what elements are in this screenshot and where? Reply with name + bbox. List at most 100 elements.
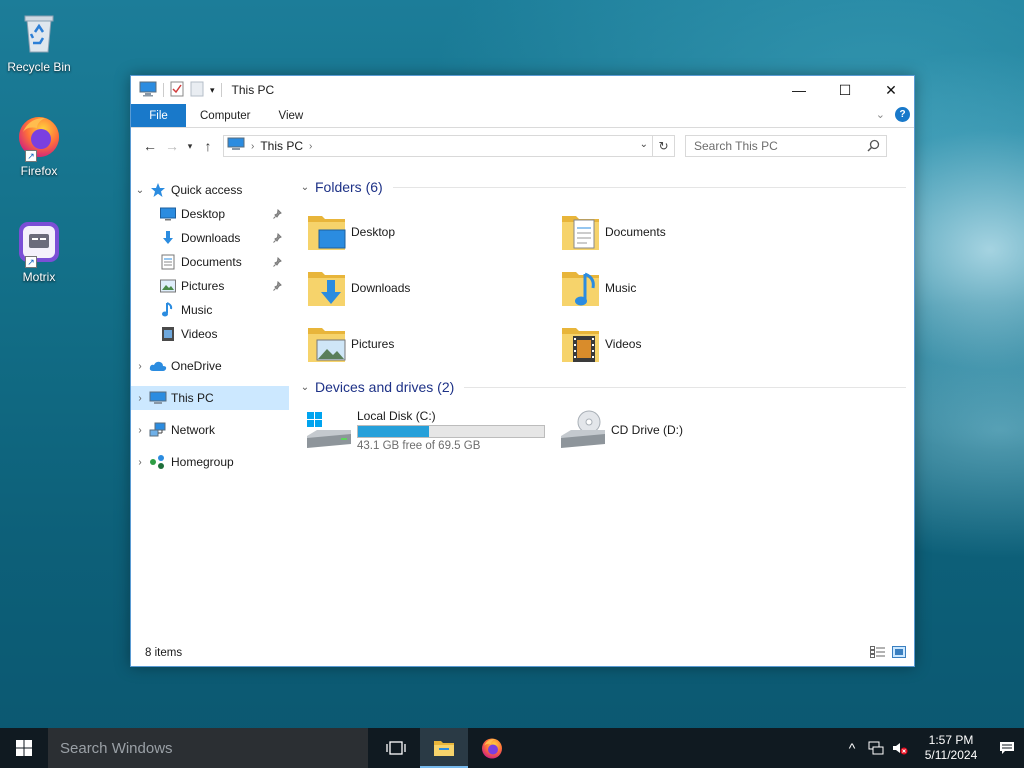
documents-folder-icon <box>559 210 603 254</box>
start-button[interactable] <box>0 728 48 768</box>
quick-access-toolbar: ▾ <box>131 81 222 100</box>
close-button[interactable]: ✕ <box>868 76 914 104</box>
new-folder-icon[interactable] <box>190 81 204 100</box>
drive-cd-d[interactable]: CD Drive (D:) <box>559 406 813 454</box>
tab-computer[interactable]: Computer <box>186 104 265 127</box>
navigation-pane: ⌄ Quick access Desktop Downloads Documen… <box>131 174 289 640</box>
folders-grid: Desktop Documents Downloads Music Pictur… <box>297 204 914 372</box>
breadcrumb-chevron-icon[interactable]: › <box>251 141 254 152</box>
group-title: Devices and drives (2) <box>315 379 455 395</box>
minimize-button[interactable]: — <box>776 76 822 104</box>
nav-label: Homegroup <box>171 455 234 469</box>
computer-icon <box>227 137 245 155</box>
folder-videos[interactable]: Videos <box>559 316 813 372</box>
chevron-down-icon[interactable]: ▾ <box>210 85 215 96</box>
collapse-chevron-icon[interactable]: ⌄ <box>297 182 313 193</box>
recycle-bin-icon <box>15 8 63 56</box>
properties-icon[interactable] <box>170 81 184 100</box>
expand-ribbon-icon[interactable]: ⌄ <box>876 108 885 121</box>
taskbar-search-placeholder: Search Windows <box>60 739 173 757</box>
task-view-button[interactable] <box>372 728 420 768</box>
drive-info: Local Disk (C:) 43.1 GB free of 69.5 GB <box>357 409 545 452</box>
clock-date: 5/11/2024 <box>924 748 978 762</box>
nav-item-onedrive[interactable]: › OneDrive <box>131 354 289 378</box>
nav-item-videos[interactable]: Videos <box>131 322 289 346</box>
pin-icon <box>273 232 283 246</box>
nav-label: Quick access <box>171 183 243 197</box>
folder-music[interactable]: Music <box>559 260 813 316</box>
clock[interactable]: 1:57 PM 5/11/2024 <box>912 733 990 763</box>
show-hidden-icons-chevron-icon[interactable]: ^ <box>840 740 864 756</box>
file-explorer-window: ▾ This PC — ☐ ✕ File Computer View ⌄ ? ←… <box>130 75 915 667</box>
nav-label: Desktop <box>181 207 226 221</box>
drives-group-header[interactable]: ⌄ Devices and drives (2) <box>297 376 914 398</box>
expand-chevron-icon[interactable]: › <box>131 425 149 436</box>
folder-desktop[interactable]: Desktop <box>305 204 559 260</box>
desktop-icon-firefox[interactable]: ↗ Firefox <box>2 112 76 178</box>
cloud-icon <box>149 358 167 374</box>
recent-locations-button[interactable]: ▾ <box>183 141 197 152</box>
volume-muted-icon[interactable] <box>888 741 912 755</box>
pictures-icon <box>159 278 177 294</box>
computer-icon <box>139 81 157 100</box>
up-button[interactable]: ↑ <box>197 138 219 154</box>
nav-item-this-pc[interactable]: › This PC <box>131 386 289 410</box>
refresh-button[interactable]: ↻ <box>652 136 674 156</box>
address-bar[interactable]: › This PC › ⌄ ↻ <box>223 135 675 157</box>
nav-item-downloads[interactable]: Downloads <box>131 226 289 250</box>
drive-info: CD Drive (D:) <box>611 423 683 437</box>
network-status-icon[interactable] <box>864 741 888 755</box>
folders-group-header[interactable]: ⌄ Folders (6) <box>297 176 914 198</box>
nav-item-pictures[interactable]: Pictures <box>131 274 289 298</box>
local-disk-icon <box>305 408 353 452</box>
tab-view[interactable]: View <box>265 104 318 127</box>
desktop-icon <box>159 206 177 222</box>
desktop-icon-recycle-bin[interactable]: Recycle Bin <box>2 8 76 74</box>
title-bar[interactable]: ▾ This PC — ☐ ✕ <box>131 76 914 104</box>
drive-local-disk-c[interactable]: Local Disk (C:) 43.1 GB free of 69.5 GB <box>305 406 559 454</box>
action-center-button[interactable] <box>990 741 1024 755</box>
ribbon-right-controls: ⌄ ? <box>876 107 910 122</box>
nav-item-music[interactable]: Music <box>131 298 289 322</box>
shortcut-arrow-icon: ↗ <box>25 256 37 268</box>
collapse-chevron-icon[interactable]: ⌄ <box>297 382 313 393</box>
desktop-icon-motrix[interactable]: ↗ Motrix <box>2 218 76 284</box>
breadcrumb-this-pc[interactable]: This PC <box>260 139 303 153</box>
window-title: This PC <box>231 83 275 97</box>
items-pane: ⌄ Folders (6) Desktop Documents Download… <box>289 174 914 640</box>
expand-chevron-icon[interactable]: › <box>131 457 149 468</box>
search-input[interactable]: Search This PC <box>685 135 887 157</box>
folder-documents[interactable]: Documents <box>559 204 813 260</box>
maximize-button[interactable]: ☐ <box>822 76 868 104</box>
taskbar-search-box[interactable]: Search Windows <box>48 728 368 768</box>
help-icon[interactable]: ? <box>895 107 910 122</box>
collapse-chevron-icon[interactable]: ⌄ <box>131 185 149 196</box>
nav-item-homegroup[interactable]: › Homegroup <box>131 450 289 474</box>
item-count: 8 items <box>145 647 183 659</box>
folder-pictures[interactable]: Pictures <box>305 316 559 372</box>
back-button[interactable]: ← <box>139 138 161 154</box>
nav-label: Pictures <box>181 279 225 293</box>
details-view-icon[interactable] <box>870 646 886 661</box>
downloads-folder-icon <box>305 266 349 310</box>
homegroup-icon <box>149 454 167 470</box>
pin-icon <box>273 208 283 222</box>
nav-item-network[interactable]: › Network <box>131 418 289 442</box>
taskbar-firefox[interactable] <box>468 728 516 768</box>
drive-free-space: 43.1 GB free of 69.5 GB <box>357 439 481 452</box>
taskbar-file-explorer[interactable] <box>420 728 468 768</box>
nav-item-documents[interactable]: Documents <box>131 250 289 274</box>
large-icons-view-icon[interactable] <box>892 646 906 661</box>
expand-chevron-icon[interactable]: › <box>131 393 149 404</box>
nav-item-desktop[interactable]: Desktop <box>131 202 289 226</box>
address-dropdown-icon[interactable]: ⌄ <box>640 139 648 150</box>
firefox-icon: ↗ <box>15 112 63 162</box>
expand-chevron-icon[interactable]: › <box>131 361 149 372</box>
clock-time: 1:57 PM <box>928 733 974 747</box>
tab-file[interactable]: File <box>131 104 186 127</box>
address-row: ← → ▾ ↑ › This PC › ⌄ ↻ Search This PC <box>131 128 914 164</box>
forward-button[interactable]: → <box>161 138 183 154</box>
nav-item-quick-access[interactable]: ⌄ Quick access <box>131 178 289 202</box>
folder-downloads[interactable]: Downloads <box>305 260 559 316</box>
breadcrumb-chevron-icon[interactable]: › <box>309 141 312 152</box>
